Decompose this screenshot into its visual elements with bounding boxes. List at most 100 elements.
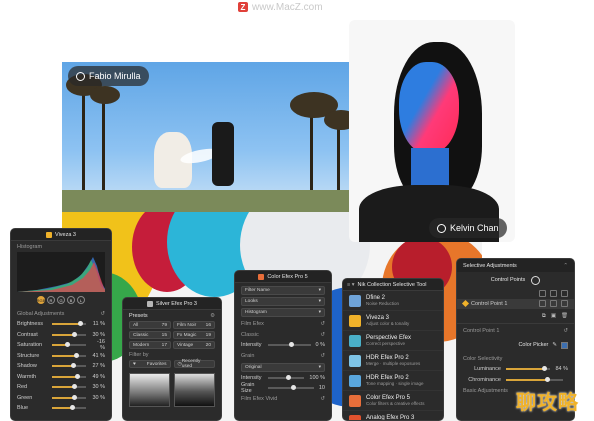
reset-icon[interactable]: ↺ [320, 353, 325, 359]
preset-category[interactable]: Fx Magic 19 [173, 331, 215, 339]
preset-count: 15 [161, 332, 167, 338]
channel-rgb[interactable]: RGB [37, 296, 45, 304]
preset-category[interactable]: Modern 17 [129, 341, 171, 349]
delete-icon[interactable]: 🗑 [561, 313, 568, 319]
mask-checkbox[interactable] [550, 289, 557, 297]
slider-label: Structure [17, 352, 40, 359]
slider-label: Intensity [241, 342, 262, 349]
control-point-1-row[interactable]: Control Point 1 [457, 298, 574, 309]
adjustment-slider[interactable] [52, 394, 86, 400]
adjustment-slider[interactable] [52, 363, 86, 369]
adjustment-slider[interactable] [52, 331, 86, 337]
plugin-list-item[interactable]: Perspective Efex Correct perspective [343, 331, 443, 351]
presets-label: Presets [129, 312, 148, 319]
slider-label: Saturation [17, 342, 43, 349]
plugin-description: Color filters & creative effects [366, 401, 425, 406]
select-row: Original ▾ [235, 362, 331, 373]
preset-count: 79 [161, 322, 167, 328]
silver-efex-panel: Silver Efex Pro 3 Presets ⚙ All 79 Film No… [122, 297, 222, 421]
chrominance-slider[interactable] [506, 376, 563, 382]
channel-g[interactable]: G [57, 296, 65, 304]
slider-value: 30 % [92, 331, 105, 338]
channel-b[interactable]: B [67, 296, 75, 304]
watermark: Z www.MacZ.com [238, 0, 368, 14]
reset-icon[interactable]: ↺ [320, 332, 325, 338]
menu-icon[interactable]: ≡ ▾ [347, 282, 355, 288]
adjustment-slider[interactable] [52, 384, 86, 390]
slider-value: 100 % [309, 374, 325, 381]
duplicate-icon[interactable]: ⧉ [542, 313, 546, 320]
panel-title: Silver Efex Pro 3 [123, 298, 221, 310]
preset-thumbnail[interactable] [129, 373, 170, 407]
color-picker-label: Color Picker [518, 342, 549, 348]
section-label: Grain [241, 353, 255, 359]
preset-name: Classic [133, 332, 149, 338]
histogram-graph [17, 257, 105, 292]
preset-category[interactable]: Classic 15 [129, 331, 171, 339]
group-icon[interactable]: ▣ [551, 313, 556, 319]
watermark-text: www.MacZ.com [252, 1, 323, 13]
plugin-list-item[interactable]: Viveza 3 Adjust color & tonality [343, 311, 443, 331]
recent-button[interactable]: ◷ Recently used [173, 359, 215, 369]
channel-r[interactable]: R [47, 296, 55, 304]
dropdown[interactable]: Histogram ▾ [241, 308, 325, 317]
favorites-button[interactable]: ♥ Favorites [129, 360, 171, 368]
plugin-list-item[interactable]: Analog Efex Pro 3Classic cameras & film … [343, 411, 443, 421]
preset-thumbnail[interactable] [174, 373, 215, 407]
control-point-1-panel-label: Control Point 1 [463, 327, 500, 334]
preset-name: Vintage [177, 342, 194, 348]
visibility-checkbox[interactable] [539, 289, 546, 297]
slider-value: 30 % [92, 394, 105, 401]
select[interactable]: Original ▾ [241, 362, 325, 372]
enable-checkbox[interactable] [561, 300, 568, 308]
chrominance-label: Chrominance [468, 376, 501, 383]
luminance-slider[interactable] [506, 366, 551, 372]
reset-icon[interactable]: ↺ [100, 311, 105, 317]
plugin-description: Merge · multiple exposures [366, 361, 421, 366]
preset-category[interactable]: Vintage 20 [173, 341, 215, 349]
dropdown[interactable]: Filter Name ▾ [241, 286, 325, 295]
adjustment-slider[interactable] [268, 374, 305, 380]
add-control-point-icon[interactable] [531, 275, 541, 285]
plugin-list-item[interactable]: Dfine 2 Noise Reduction [343, 291, 443, 311]
adjustment-slider[interactable] [268, 342, 311, 348]
section-label: Classic [241, 331, 259, 338]
adjustment-slider[interactable] [52, 342, 86, 348]
credit-name: Kelvin Chan [450, 223, 499, 233]
plugin-description: Adjust color & tonality [366, 321, 410, 326]
adjustment-slider[interactable] [52, 405, 86, 411]
preset-category[interactable]: All 79 [129, 321, 171, 329]
adjustment-slider[interactable] [268, 385, 314, 391]
visibility-checkbox[interactable] [539, 300, 546, 308]
macz-logo-icon: Z [238, 2, 248, 12]
silver-efex-icon [147, 300, 154, 307]
section-header: Film Efex ↺ [235, 318, 331, 329]
wedding-photo: Fabio Mirulla [62, 62, 352, 212]
slider-label: Green [17, 394, 33, 401]
preset-count: 17 [161, 342, 167, 348]
settings-icon[interactable]: ⚙ [210, 313, 215, 319]
reset-icon[interactable]: ↺ [320, 321, 325, 327]
collection-title: Nik Collection Selective Tool [357, 281, 427, 288]
channel-l[interactable]: L [77, 296, 85, 304]
viveza-slider-row: Red 30 % [11, 382, 111, 393]
mask-checkbox[interactable] [550, 300, 557, 308]
credit-name: Fabio Mirulla [89, 71, 141, 81]
reset-icon[interactable]: ↺ [320, 396, 325, 402]
plugin-list-item[interactable]: HDR Efex Pro 2 Merge · multiple exposures [343, 351, 443, 371]
eyedropper-icon[interactable]: ✎ [552, 342, 557, 348]
global-adjustments-header: Global Adjustments ↺ [11, 308, 111, 319]
plugin-list-item[interactable]: HDR Efex Pro 2 Tone mapping · single imag… [343, 371, 443, 391]
adjustment-slider[interactable] [52, 352, 86, 358]
adjustment-slider[interactable] [52, 373, 86, 379]
section-label: Film Efex Vivid [241, 396, 278, 402]
chevron-up-icon[interactable]: ⌃ [563, 263, 568, 269]
adjustment-slider[interactable] [52, 321, 86, 327]
plugin-name: Analog Efex Pro 3 [366, 415, 415, 421]
plugin-list-item[interactable]: Color Efex Pro 5 Color filters & creative… [343, 391, 443, 411]
enable-checkbox[interactable] [561, 289, 568, 297]
reset-icon[interactable]: ↺ [563, 328, 568, 334]
preset-category[interactable]: Film Noir 16 [173, 321, 215, 329]
color-swatch[interactable] [561, 341, 568, 349]
dropdown[interactable]: Looks ▾ [241, 297, 325, 306]
